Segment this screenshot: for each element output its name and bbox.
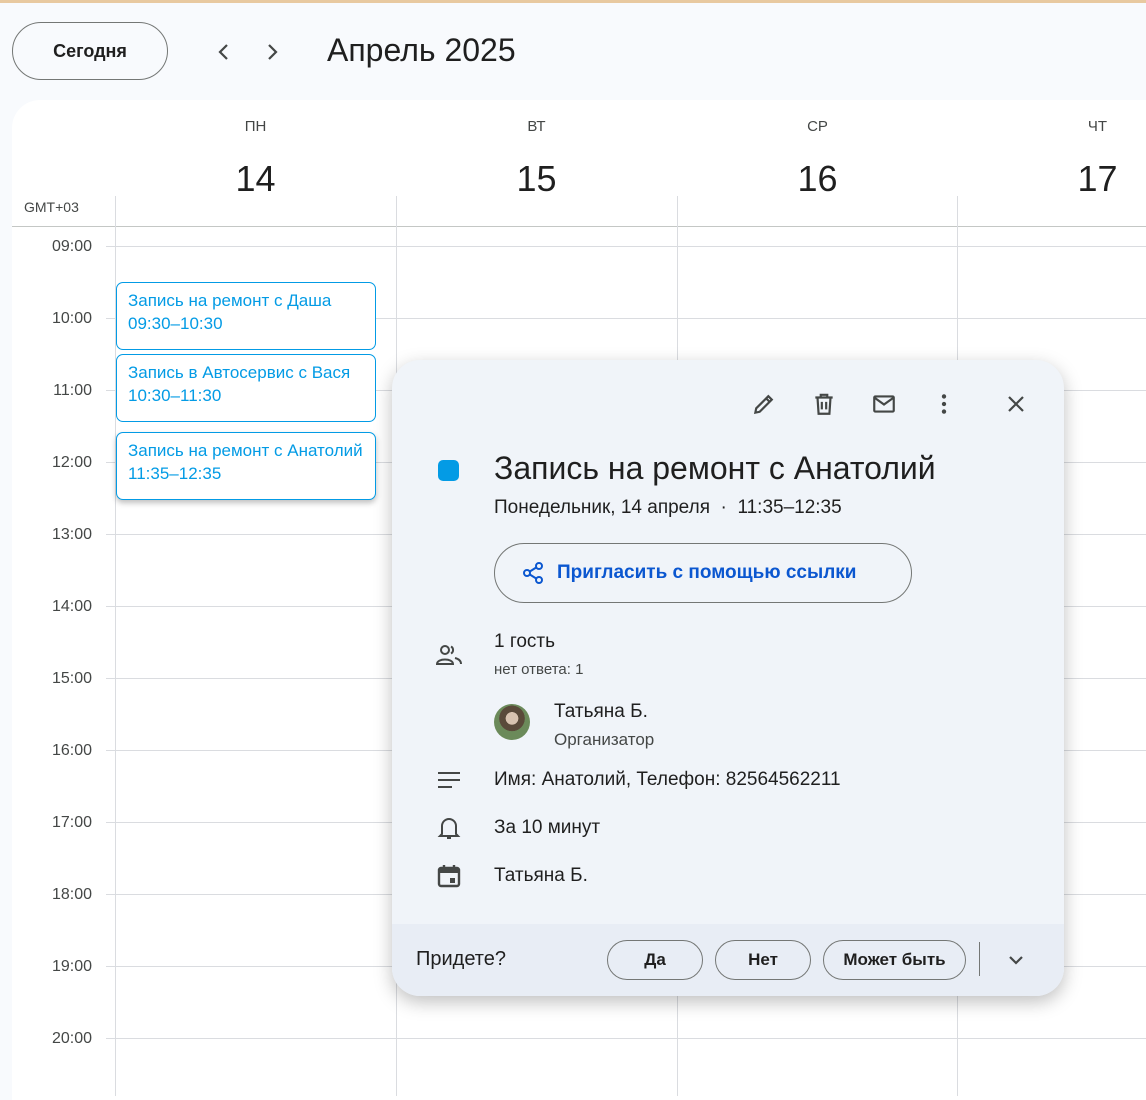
day-number[interactable]: 17 [957,158,1146,200]
rsvp-question: Придете? [416,948,506,970]
hour-label: 18:00 [51,886,92,903]
event-chip[interactable]: Запись в Автосервис с Вася 10:30–11:30 [116,354,376,422]
day-of-week: ПН [244,118,267,135]
hour-label: 11:00 [53,382,92,399]
edit-button[interactable] [744,384,784,424]
avatar [494,704,530,740]
day-number[interactable]: 16 [677,158,958,200]
day-of-week: ВТ [527,118,546,135]
rsvp-no-button[interactable]: Нет [715,940,811,980]
organizer-name[interactable]: Татьяна Б. [554,701,648,723]
event-color-swatch [438,460,459,481]
guests-response-status: нет ответа: 1 [494,661,584,678]
event-details-popup: Запись на ремонт с Анатолий Понедельник,… [392,360,1064,996]
hour-label: 17:00 [51,814,92,831]
event-title: Запись в Автосервис с Вася [128,363,351,382]
bell-icon [434,813,464,843]
hour-label: 19:00 [51,958,92,975]
today-button[interactable]: Сегодня [12,22,168,80]
description-icon [434,765,464,795]
event-title: Запись на ремонт с Даша [128,291,332,310]
more-options-button[interactable] [924,384,964,424]
rsvp-yes-button[interactable]: Да [607,940,703,980]
hour-line [106,1038,1146,1039]
timezone-label: GMT+03 [24,199,79,215]
mail-icon [873,395,895,413]
rsvp-maybe-button[interactable]: Может быть [823,940,966,980]
rsvp-bar: Придете? Да Нет Может быть [392,924,1064,996]
event-description: Имя: Анатолий, Телефон: 82564562211 [494,769,841,790]
trash-icon [815,393,833,415]
day-of-week: СР [807,118,828,135]
event-time: 09:30–10:30 [128,314,223,333]
hour-label: 15:00 [51,670,92,687]
hour-label: 09:00 [51,238,92,255]
guests-icon [434,640,464,670]
chevron-right-icon [268,44,278,60]
invite-link-button[interactable]: Пригласить с помощью ссылки [494,543,912,603]
share-icon [523,562,543,584]
event-chip-selected[interactable]: Запись на ремонт с Анатолий 11:35–12:35 [116,432,376,500]
delete-button[interactable] [804,384,844,424]
next-week-button[interactable] [252,32,292,72]
event-chip[interactable]: Запись на ремонт с Даша 09:30–10:30 [116,282,376,350]
day-number[interactable]: 15 [396,158,677,200]
more-vert-icon [941,394,947,414]
email-guests-button[interactable] [864,384,904,424]
day-number[interactable]: 14 [115,158,396,200]
event-title-heading: Запись на ремонт с Анатолий [494,450,936,486]
calendar-icon [434,861,464,891]
guests-count: 1 гость [494,631,556,652]
organizer-role: Организатор [554,730,655,749]
header-divider [12,226,1146,227]
calendar-owner: Татьяна Б. [494,865,588,886]
prev-week-button[interactable] [204,32,244,72]
event-date-time: Понедельник, 14 апреля · 11:35–12:35 [494,497,842,518]
hour-line [106,246,1146,247]
pencil-icon [753,394,774,415]
hour-label: 10:00 [51,310,92,327]
invite-link-label: Пригласить с помощью ссылки [557,562,857,583]
window-top-border [0,0,1146,3]
chevron-down-icon [1009,956,1023,965]
rsvp-options-button[interactable] [996,940,1036,980]
rsvp-divider [979,942,980,976]
event-time: 11:35–12:35 [128,464,222,483]
hour-label: 12:00 [51,454,92,471]
close-icon [1008,396,1024,412]
hour-label: 16:00 [51,742,92,759]
event-title: Запись на ремонт с Анатолий [128,441,363,460]
close-button[interactable] [996,384,1036,424]
hour-label: 20:00 [51,1030,92,1047]
day-of-week: ЧТ [1087,118,1108,135]
month-title: Апрель 2025 [327,32,516,68]
hour-label: 13:00 [51,526,92,543]
event-time: 10:30–11:30 [128,386,222,405]
chevron-left-icon [218,44,228,60]
reminder-text: За 10 минут [494,817,601,838]
hour-label: 14:00 [51,598,92,615]
